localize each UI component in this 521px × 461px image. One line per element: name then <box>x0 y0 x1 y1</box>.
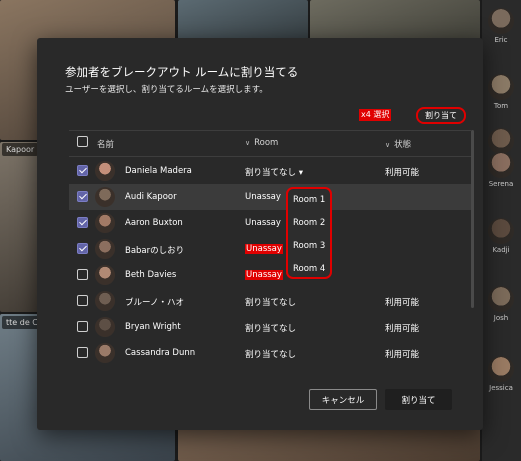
rail-participant-name: Jessica <box>489 384 513 392</box>
video-tile-label: Kapoor <box>2 143 39 156</box>
room-option[interactable]: Room 2 <box>293 218 325 228</box>
avatar <box>488 152 514 178</box>
divider <box>69 156 471 157</box>
room-dropdown: Room 1 Room 2 Room 3 Room 4 <box>286 187 332 279</box>
room-assignment[interactable]: Unassay <box>245 270 283 280</box>
participant-row[interactable]: Cassandra Dunn 割り当てなし 利用可能 <box>69 340 471 366</box>
rail-participant-name: Kadji <box>492 246 510 254</box>
room-assignment[interactable]: 割り当てなし <box>245 296 296 308</box>
list-scrollbar[interactable] <box>471 130 474 308</box>
room-option[interactable]: Room 1 <box>293 195 325 205</box>
rail-participant: Tom <box>487 74 515 110</box>
assign-button[interactable]: 割り当て <box>385 389 452 410</box>
cancel-button[interactable]: キャンセル <box>309 389 377 410</box>
participant-checkbox[interactable] <box>77 269 88 280</box>
avatar <box>95 291 115 311</box>
participant-row[interactable]: Aaron Buxton Unassay <box>69 210 471 236</box>
participant-checkbox[interactable] <box>77 191 88 202</box>
chevron-down-icon: ∨ <box>385 141 391 149</box>
participant-row[interactable]: Daniela Madera 割り当てなし ▾ 利用可能 <box>69 158 471 184</box>
column-header-room[interactable]: ∨ Room <box>245 138 278 148</box>
rail-participant: Eric <box>487 8 515 44</box>
avatar <box>95 187 115 207</box>
participant-row[interactable]: Audi Kapoor Unassay <box>69 184 471 210</box>
avatar <box>95 343 115 363</box>
rail-participant: Kadji <box>487 218 515 254</box>
avatar <box>488 218 514 244</box>
dialog-subtitle: ユーザーを選択し、割り当てるルームを選択します。 <box>65 85 268 95</box>
participant-name: Daniela Madera <box>125 166 192 176</box>
participant-checkbox[interactable] <box>77 165 88 176</box>
participant-name: ブルーノ・ハオ <box>125 298 184 308</box>
room-assignment[interactable]: Unassay <box>245 244 283 254</box>
rail-participant-name: Tom <box>493 102 509 110</box>
participant-row[interactable]: ブルーノ・ハオ 割り当てなし 利用可能 <box>69 288 471 314</box>
rail-participant-name: Eric <box>494 36 508 44</box>
avatar <box>95 239 115 259</box>
avatar <box>95 265 115 285</box>
room-option[interactable]: Room 4 <box>293 264 325 274</box>
room-assignment[interactable]: Unassay <box>245 192 281 202</box>
chevron-down-icon: ∨ <box>245 139 251 147</box>
participant-checkbox[interactable] <box>77 217 88 228</box>
dialog-title: 参加者をブレークアウト ルームに割り当てる <box>65 65 299 79</box>
participant-status: 利用可能 <box>385 298 420 308</box>
column-header-status[interactable]: ∨ 状態 <box>385 138 411 150</box>
breakout-assign-dialog: 参加者をブレークアウト ルームに割り当てる ユーザーを選択し、割り当てるルームを… <box>37 38 483 430</box>
selected-count: x4 選択 <box>359 109 392 121</box>
column-header-name[interactable]: 名前 <box>97 138 114 150</box>
participant-row[interactable]: Bryan Wright 割り当てなし 利用可能 <box>69 314 471 340</box>
rail-participant: Josh <box>487 286 515 322</box>
room-assignment[interactable]: 割り当てなし <box>245 348 296 360</box>
assign-dropdown-button[interactable]: 割り当て <box>416 107 466 124</box>
avatar <box>488 8 514 34</box>
rail-participant-name: Serena <box>488 180 514 188</box>
participant-name: Babarのしおり <box>125 246 185 256</box>
column-header-room-label: Room <box>254 138 279 148</box>
participant-name: Bryan Wright <box>125 322 181 332</box>
participant-name: Aaron Buxton <box>125 218 183 228</box>
rail-participant: Jessica <box>487 356 515 392</box>
participant-name: Audi Kapoor <box>125 192 177 202</box>
participant-checkbox[interactable] <box>77 295 88 306</box>
participant-checkbox[interactable] <box>77 243 88 254</box>
participant-row[interactable]: Beth Davies Unassay <box>69 262 471 288</box>
avatar <box>488 356 514 382</box>
avatar <box>95 161 115 181</box>
column-header-status-label: 状態 <box>394 140 412 150</box>
divider <box>69 130 471 131</box>
participant-status: 利用可能 <box>385 350 420 360</box>
room-assignment[interactable]: 割り当てなし <box>245 322 296 334</box>
rail-participant: Serena <box>487 152 515 188</box>
select-all-checkbox[interactable] <box>77 136 88 147</box>
participant-status: 利用可能 <box>385 168 420 178</box>
avatar <box>488 74 514 100</box>
room-assignment[interactable]: Unassay <box>245 218 281 228</box>
participant-name: Cassandra Dunn <box>125 348 196 358</box>
participant-checkbox[interactable] <box>77 321 88 332</box>
participant-name: Beth Davies <box>125 270 177 280</box>
room-option[interactable]: Room 3 <box>293 241 325 251</box>
avatar <box>95 213 115 233</box>
participant-row[interactable]: Babarのしおり Unassay <box>69 236 471 262</box>
avatar <box>488 128 514 154</box>
rail-participant-name: Josh <box>493 314 509 322</box>
avatar <box>488 286 514 312</box>
room-assignment[interactable]: 割り当てなし ▾ <box>245 166 303 178</box>
video-tile <box>0 142 40 312</box>
avatar <box>95 317 115 337</box>
participant-status: 利用可能 <box>385 324 420 334</box>
participant-checkbox[interactable] <box>77 347 88 358</box>
